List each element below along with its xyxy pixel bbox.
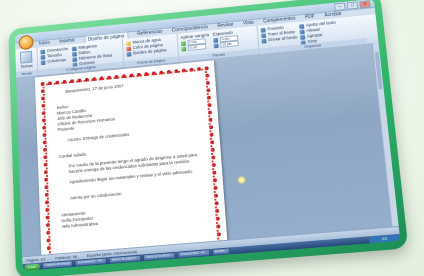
watermark-icon (125, 40, 131, 46)
indent-right-icon (181, 46, 187, 52)
themes-button[interactable]: Temas (19, 63, 35, 69)
taskbar-item[interactable]: Documento1 - Mi... (74, 257, 108, 267)
send-back-icon (261, 38, 267, 44)
bring-front-icon (260, 32, 267, 38)
letter-text[interactable]: Barquisimeto, 17 de junio 2007 Señor: Ma… (56, 77, 206, 230)
spacing-before-icon (213, 37, 219, 43)
breaks-icon (72, 51, 77, 57)
indent-right-field[interactable]: 0 cm (187, 43, 207, 51)
group-icon (300, 34, 306, 40)
columns-icon (40, 59, 46, 65)
spacing-after-field[interactable]: 10 pto (220, 40, 239, 48)
position-icon (260, 27, 266, 33)
word-window: – □ × Inicio Insertar Diseño de página R… (14, 0, 401, 271)
system-tray[interactable]: ES (368, 234, 401, 243)
taskbar-item[interactable]: Bordes... (211, 247, 231, 256)
scrollbar-thumb[interactable] (374, 51, 383, 90)
page-color-icon (126, 46, 132, 52)
taskbar-item[interactable]: Documento2 - M... (177, 249, 211, 259)
taskbar-item[interactable]: Carta de la direcc... (142, 251, 177, 262)
page-borders-icon (126, 51, 132, 57)
margins-icon (71, 46, 77, 51)
themes-icon[interactable] (20, 50, 33, 64)
line-numbers-icon (72, 56, 78, 62)
orientation-icon (40, 49, 46, 55)
document-area[interactable]: Barquisimeto, 17 de junio 2007 Señor: Ma… (16, 42, 399, 265)
background: – □ × Inicio Insertar Diseño de página R… (0, 0, 424, 276)
taskbar-item[interactable]: Carpeta de trabajo (41, 260, 74, 270)
spacing-after-icon (213, 42, 219, 48)
taskbar-item[interactable]: Marco de página... (108, 254, 142, 265)
align-icon (299, 29, 305, 35)
photo-frame: – □ × Inicio Insertar Diseño de página R… (8, 0, 409, 276)
text-wrap-icon (299, 23, 305, 29)
mouse-cursor-highlight (237, 175, 246, 185)
indent-left-icon (180, 40, 186, 46)
group-temas: Temas Temas (15, 47, 39, 78)
size-icon (40, 54, 46, 60)
start-button[interactable]: Inicio (24, 263, 40, 271)
document-page[interactable]: Barquisimeto, 17 de junio 2007 Señor: Ma… (34, 60, 228, 265)
